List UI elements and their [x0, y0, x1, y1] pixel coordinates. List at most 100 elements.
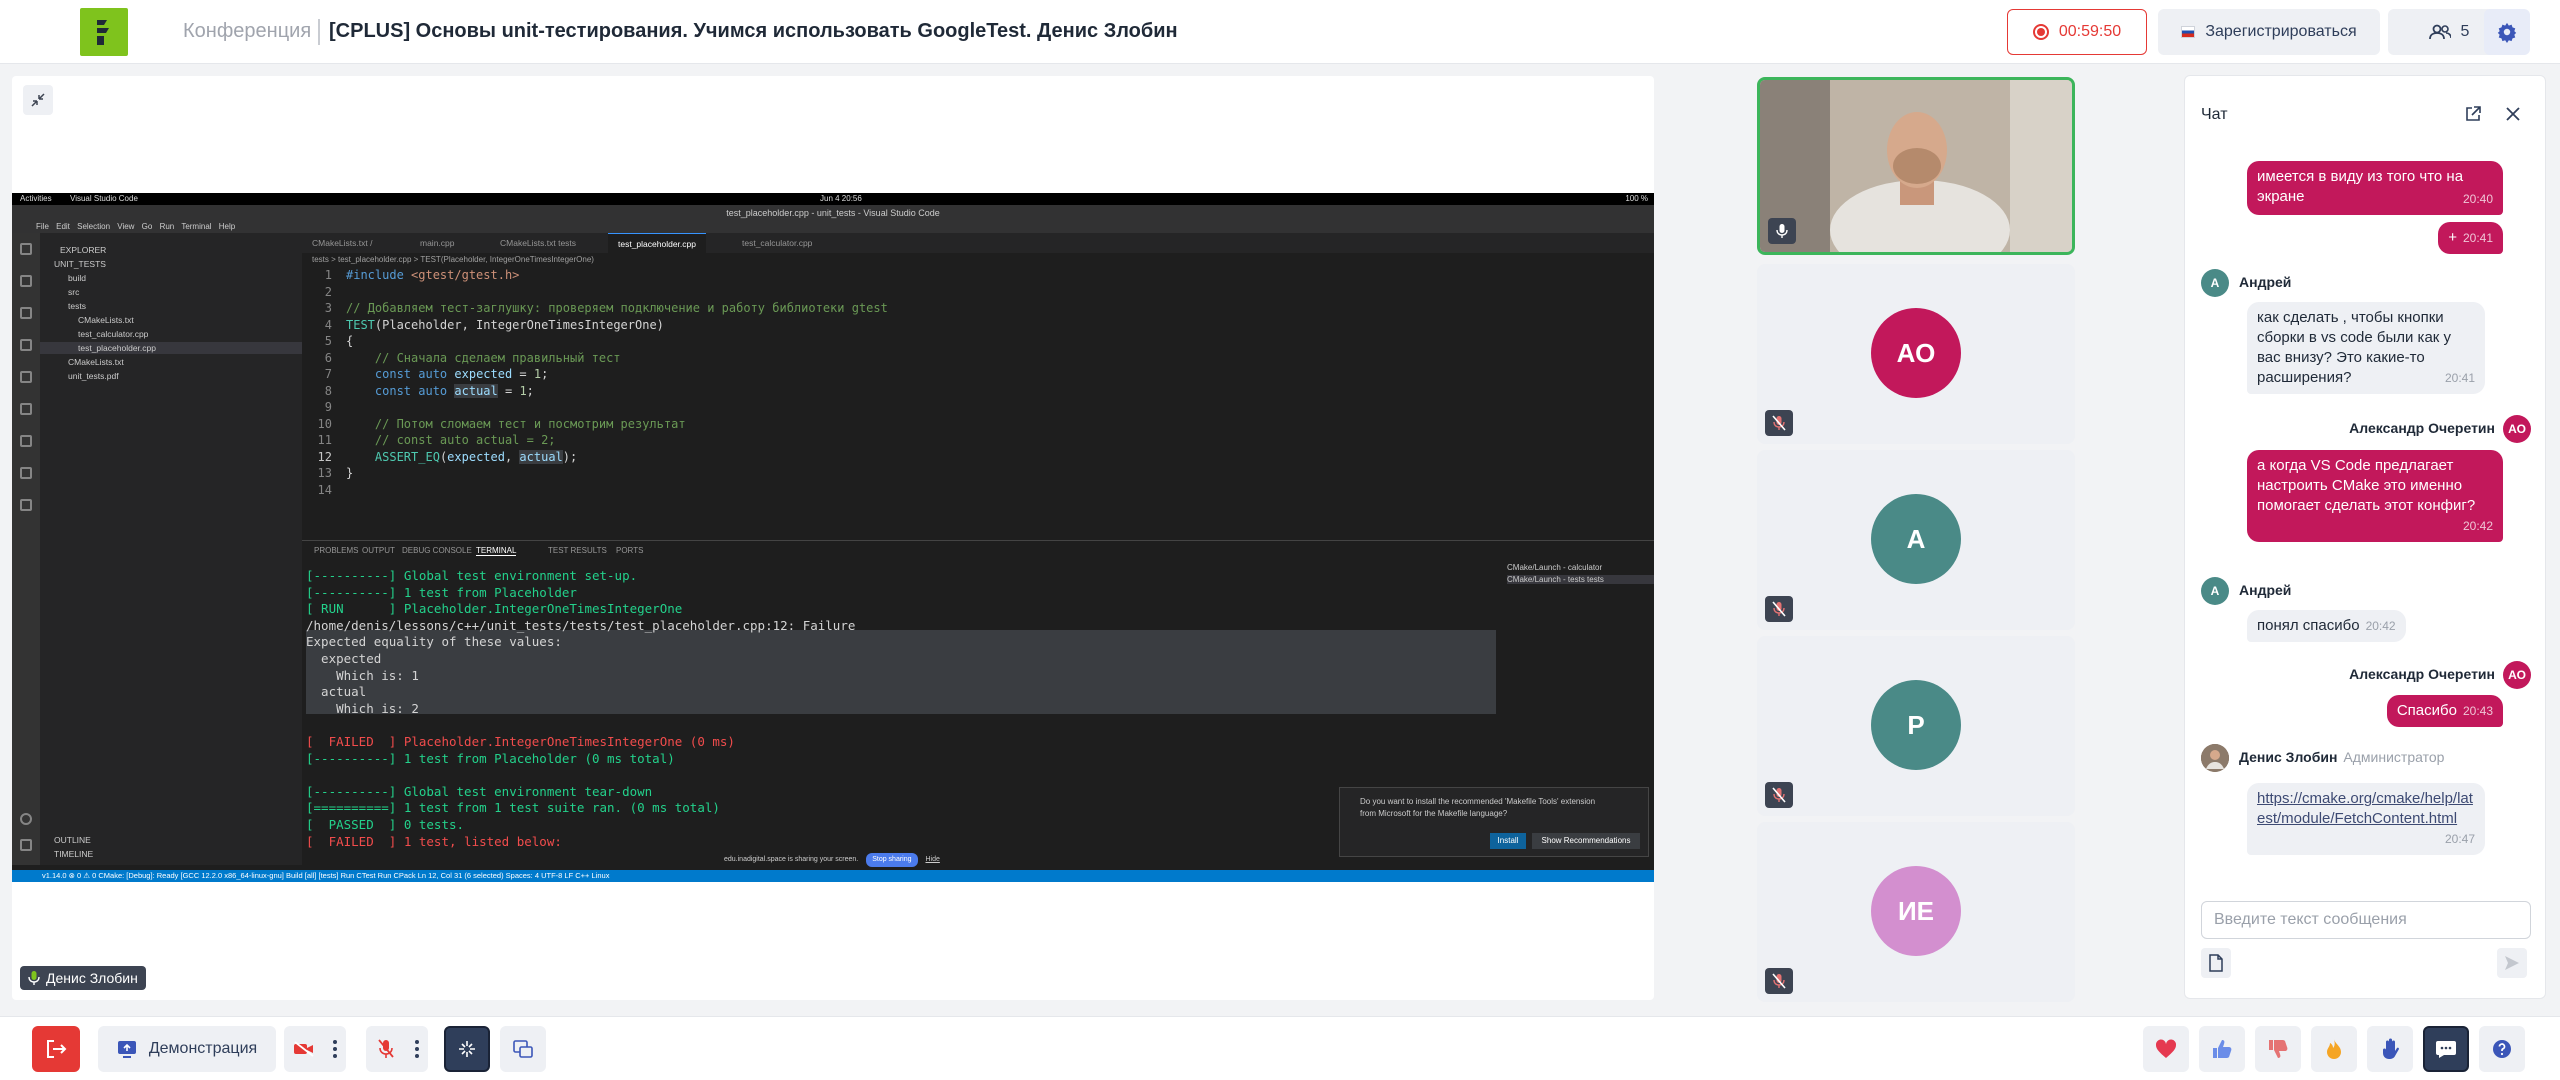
- mic-off-badge: [1765, 410, 1793, 436]
- panel-tabs: PROBLEMS OUTPUT DEBUG CONSOLE TERMINAL T…: [302, 540, 1654, 558]
- speaker-name-tag: Денис Злобин: [20, 966, 146, 990]
- close-chat-button[interactable]: [2501, 102, 2525, 126]
- raise-hand-button[interactable]: [2367, 1026, 2413, 1072]
- editor-tab[interactable]: CMakeLists.txt tests: [490, 233, 586, 253]
- camera-options-button[interactable]: [324, 1026, 346, 1072]
- chat-message-outgoing: а когда VS Code предлагает настроить CMa…: [2247, 450, 2503, 542]
- settings-button[interactable]: [2484, 9, 2530, 55]
- panel-tab[interactable]: DEBUG CONSOLE: [402, 546, 472, 555]
- video-tile[interactable]: АО: [1757, 264, 2075, 444]
- app-logo[interactable]: [80, 8, 128, 56]
- reaction-like-button[interactable]: [2199, 1026, 2245, 1072]
- panel-tab[interactable]: OUTPUT: [362, 546, 395, 555]
- reaction-heart-button[interactable]: [2143, 1026, 2189, 1072]
- chat-message-outgoing: Спасибо 20:43: [2386, 695, 2503, 727]
- send-message-button[interactable]: [2497, 948, 2527, 978]
- hide-sharing-link[interactable]: Hide: [925, 856, 939, 863]
- panel-tab[interactable]: PROBLEMS: [314, 546, 358, 555]
- speaker-name: Денис Злобин: [46, 970, 138, 986]
- explorer-root: UNIT_TESTS: [54, 259, 106, 269]
- editor-tab[interactable]: CMakeLists.txt /: [302, 233, 382, 253]
- reaction-fire-button[interactable]: [2311, 1026, 2357, 1072]
- chat-message-incoming: как сделать , чтобы кнопки сборки в vs c…: [2247, 302, 2485, 394]
- sharing-text: edu.inadigital.space is sharing your scr…: [724, 856, 859, 863]
- terminal-list: CMake/Launch - calculator CMake/Launch -…: [1507, 563, 1654, 584]
- video-tile-speaker[interactable]: [1757, 77, 2075, 255]
- terminal-list-item[interactable]: CMake/Launch - tests tests: [1507, 575, 1654, 584]
- tree-item[interactable]: src: [68, 287, 79, 297]
- microphone-icon: [1776, 224, 1788, 238]
- editor-tab[interactable]: test_calculator.cpp: [732, 233, 822, 253]
- file-icon: [2209, 954, 2223, 972]
- terminal-list-item[interactable]: CMake/Launch - calculator: [1507, 563, 1654, 572]
- chat-link[interactable]: https://cmake.org/cmake/help/latest/modu…: [2257, 790, 2473, 827]
- popout-button[interactable]: [2461, 102, 2485, 126]
- vscode-status-bar: v1.14.0 ⊗ 0 ⚠ 0 CMake: [Debug]: Ready [G…: [12, 870, 1654, 882]
- terminal-output[interactable]: [----------] Global test environment set…: [306, 568, 1496, 868]
- tree-item[interactable]: test_calculator.cpp: [78, 329, 148, 339]
- notification-install-button[interactable]: Install: [1490, 833, 1526, 849]
- recording-timer-button[interactable]: 00:59:50: [2007, 9, 2147, 55]
- extensions-icon: [20, 371, 32, 383]
- tree-item[interactable]: unit_tests.pdf: [68, 371, 119, 381]
- help-button[interactable]: [2479, 1026, 2525, 1072]
- panel-tab[interactable]: TEST RESULTS: [548, 546, 607, 555]
- more-vertical-icon: [333, 1040, 337, 1058]
- chat-title: Чат: [2201, 106, 2228, 123]
- video-tile[interactable]: Р: [1757, 636, 2075, 816]
- leave-button[interactable]: [32, 1026, 80, 1072]
- user-photo-icon: [2201, 744, 2229, 772]
- video-tile[interactable]: А: [1757, 450, 2075, 630]
- microphone-icon: [28, 971, 40, 985]
- users-icon: [2428, 24, 2451, 40]
- os-clock: Jun 4 20:56: [820, 194, 862, 203]
- testing-icon: [20, 435, 32, 447]
- editor-tab-active[interactable]: test_placeholder.cpp: [608, 233, 706, 253]
- panel-tab[interactable]: PORTS: [616, 546, 643, 555]
- sharing-indicator: edu.inadigital.space is sharing your scr…: [724, 853, 940, 867]
- tree-item-selected[interactable]: test_placeholder.cpp: [78, 343, 156, 353]
- editor-tab[interactable]: main.cpp: [410, 233, 465, 253]
- focus-icon: [459, 1041, 475, 1057]
- collapse-button[interactable]: [23, 85, 53, 115]
- tree-item[interactable]: CMakeLists.txt: [68, 357, 124, 367]
- camera-toggle-button[interactable]: [284, 1026, 324, 1072]
- notification-text: Do you want to install the recommended '…: [1360, 797, 1596, 818]
- conference-label: Конференция: [183, 20, 312, 42]
- chat-icon: [2436, 1041, 2456, 1058]
- chat-toggle-button[interactable]: [2423, 1026, 2469, 1072]
- layout-switch-button[interactable]: [500, 1026, 546, 1072]
- help-icon: [2493, 1040, 2511, 1058]
- microphone-options-button[interactable]: [406, 1026, 428, 1072]
- register-button[interactable]: Зарегистрироваться: [2158, 9, 2380, 55]
- record-icon: [2032, 24, 2049, 40]
- vscode-activity-bar: [12, 233, 40, 865]
- explorer-header: EXPLORER: [60, 245, 107, 255]
- stop-sharing-button[interactable]: Stop sharing: [866, 853, 918, 867]
- reaction-dislike-button[interactable]: [2255, 1026, 2301, 1072]
- mic-muted-icon: [1772, 415, 1786, 431]
- layout-focus-button[interactable]: [444, 1026, 490, 1072]
- demonstration-button[interactable]: Демонстрация: [98, 1026, 276, 1072]
- outline-section[interactable]: OUTLINE: [54, 835, 91, 845]
- timeline-section[interactable]: TIMELINE: [54, 849, 93, 859]
- microphone-toggle-button[interactable]: [366, 1026, 406, 1072]
- tree-item[interactable]: tests: [68, 301, 86, 311]
- chat-message-outgoing: имеется в виду из того что на экране 20:…: [2247, 161, 2503, 215]
- tree-item[interactable]: build: [68, 273, 86, 283]
- author-role: Администратор: [2343, 749, 2445, 765]
- chat-message-outgoing: +20:41: [2438, 222, 2503, 254]
- hand-icon: [2383, 1038, 2399, 1059]
- code-editor[interactable]: 1 #include <gtest/gtest.h> 2 3// Добавляе…: [302, 267, 1654, 527]
- video-tile[interactable]: ИЕ: [1757, 822, 2075, 1002]
- attach-file-button[interactable]: [2201, 948, 2231, 978]
- mic-muted-icon: [378, 1039, 394, 1058]
- panel-tab-active[interactable]: TERMINAL: [476, 546, 517, 556]
- author-name: Александр Очеретин: [2349, 420, 2495, 436]
- participant-avatar: ИЕ: [1871, 866, 1961, 956]
- tree-item[interactable]: CMakeLists.txt: [78, 315, 134, 325]
- notification-recommendations-button[interactable]: Show Recommendations: [1532, 833, 1640, 849]
- mic-on-badge: [1768, 218, 1796, 244]
- heart-icon: [2155, 1039, 2177, 1058]
- chat-message-input[interactable]: Введите текст сообщения: [2201, 901, 2531, 939]
